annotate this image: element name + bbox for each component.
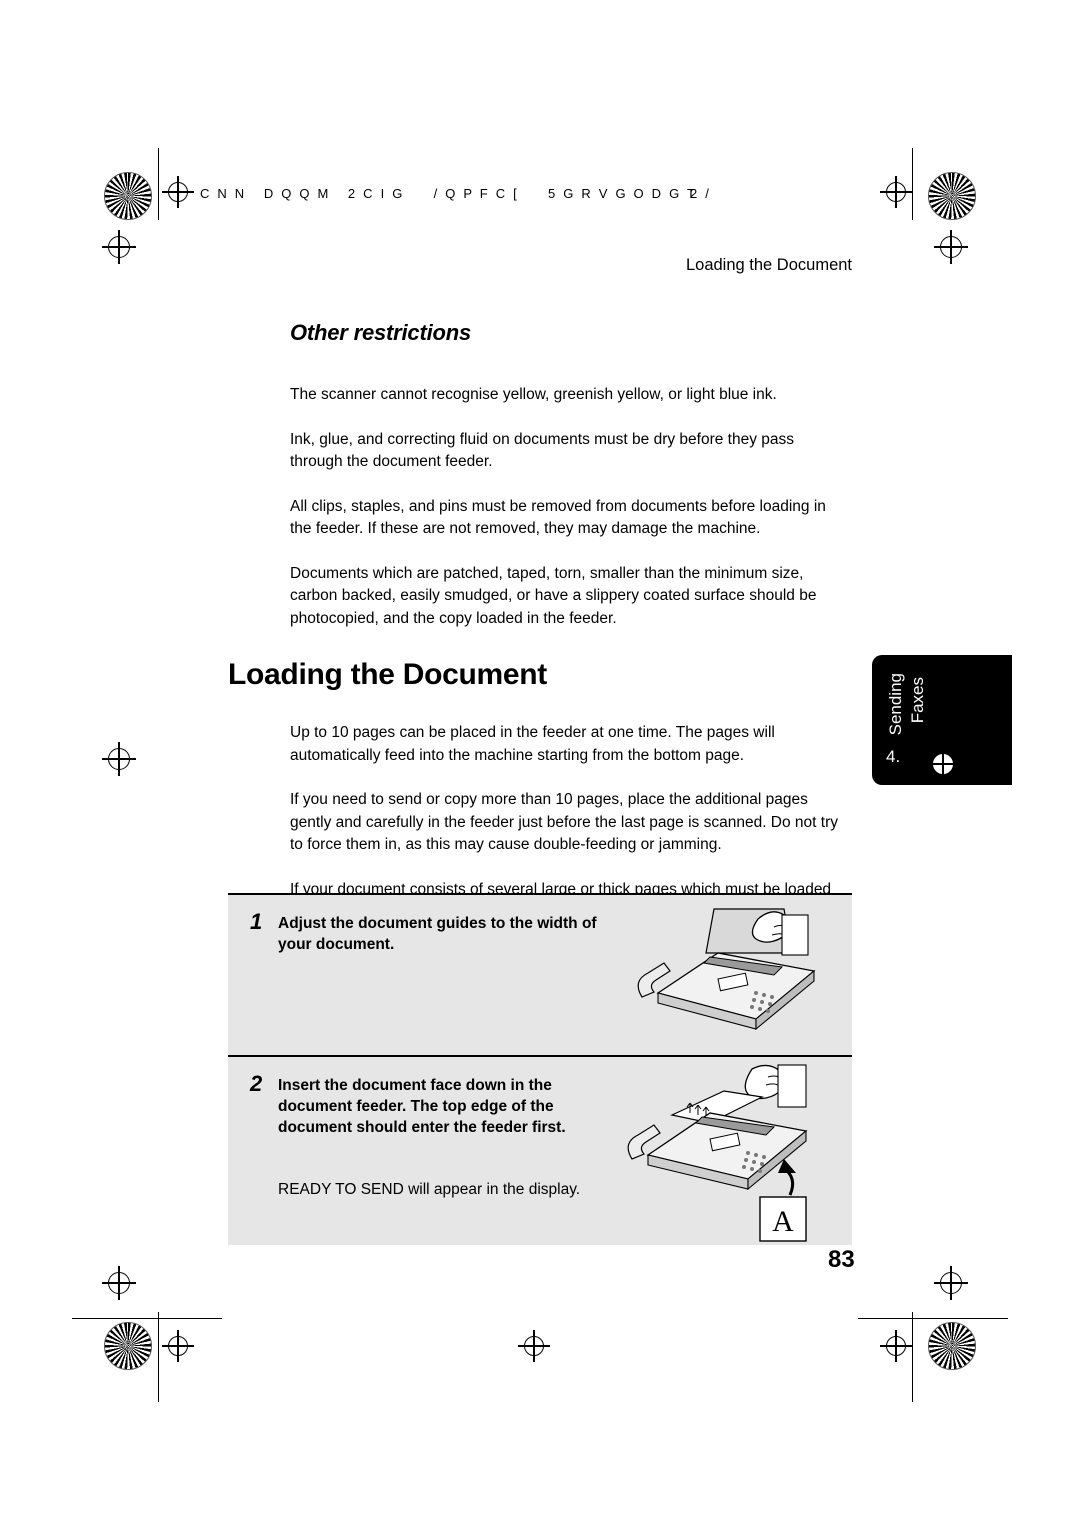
crop-mark-horizontal-left bbox=[72, 1318, 222, 1319]
page-content: Other restrictions The scanner cannot re… bbox=[228, 320, 850, 968]
restriction-paragraph-4: Documents which are patched, taped, torn… bbox=[290, 564, 817, 627]
step-text-1: Adjust the document guides to the width … bbox=[278, 915, 597, 953]
loading-paragraph-2: If you need to send or copy more than 10… bbox=[290, 791, 838, 853]
steps-box: 1 Adjust the document guides to the widt… bbox=[228, 893, 852, 1245]
registration-mark-center-left bbox=[102, 742, 136, 776]
chapter-tab-number: 4. bbox=[886, 747, 901, 766]
running-head: Loading the Document bbox=[685, 256, 852, 274]
fax-machine-illustration-1 bbox=[606, 901, 846, 1051]
starburst-mark-bottom-left bbox=[104, 1322, 152, 1370]
registration-mark-bottom-center bbox=[518, 1330, 550, 1362]
crop-mark-vertical-left bbox=[158, 148, 159, 220]
starburst-mark-top-left bbox=[104, 172, 152, 220]
chapter-tab-line-1: Sending bbox=[886, 673, 905, 736]
restriction-paragraph-3: All clips, staples, and pins must be rem… bbox=[290, 497, 826, 538]
page-number: 83 bbox=[828, 1246, 855, 1273]
registration-mark-mid-right bbox=[934, 230, 968, 264]
crop-mark-vertical-left-2 bbox=[158, 1312, 159, 1402]
step-item-2: 2 Insert the document face down in the d… bbox=[228, 1057, 852, 1245]
starburst-mark-bottom-right bbox=[928, 1322, 976, 1370]
scrambled-header-text: C N N D Q Q M 2 C I G / Q P F C [ 5 G R … bbox=[200, 186, 698, 201]
registration-mark-side-tab bbox=[926, 747, 960, 781]
page-title: Loading the Document bbox=[228, 658, 547, 691]
registration-mark-top-right bbox=[880, 176, 912, 208]
step-number-1: 1 bbox=[250, 909, 263, 934]
step-text-2: Insert the document face down in the doc… bbox=[278, 1077, 566, 1136]
starburst-mark-top-right bbox=[928, 172, 976, 220]
scrambled-header-page: 2 / bbox=[690, 186, 712, 201]
step-number-2: 2 bbox=[250, 1071, 263, 1096]
crop-mark-vertical-right-2 bbox=[912, 1312, 913, 1402]
restriction-paragraph-2: Ink, glue, and correcting fluid on docum… bbox=[290, 430, 795, 471]
registration-mark-lower-right bbox=[934, 1266, 968, 1300]
loading-paragraph-1: Up to 10 pages can be placed in the feed… bbox=[290, 724, 775, 764]
subheading-other-restrictions: Other restrictions bbox=[290, 320, 472, 345]
svg-text:A: A bbox=[772, 1205, 794, 1238]
registration-mark-bottom-left bbox=[162, 1330, 194, 1362]
registration-mark-mid-left bbox=[102, 230, 136, 264]
step-item-1: 1 Adjust the document guides to the widt… bbox=[228, 895, 852, 1055]
crop-mark-horizontal-right bbox=[858, 1318, 1008, 1319]
registration-mark-top-left bbox=[162, 176, 194, 208]
restriction-paragraph-1: The scanner cannot recognise yellow, gre… bbox=[290, 386, 777, 403]
registration-mark-lower-left bbox=[102, 1266, 136, 1300]
chapter-side-tab: Sending Faxes 4. bbox=[872, 655, 1012, 785]
chapter-tab-line-2: Faxes bbox=[908, 677, 927, 724]
fax-machine-illustration-2: A bbox=[606, 1063, 846, 1247]
registration-mark-bottom-right bbox=[880, 1330, 912, 1362]
crop-mark-vertical-right bbox=[912, 148, 913, 220]
step-note-2: READY TO SEND will appear in the display… bbox=[278, 1181, 581, 1198]
